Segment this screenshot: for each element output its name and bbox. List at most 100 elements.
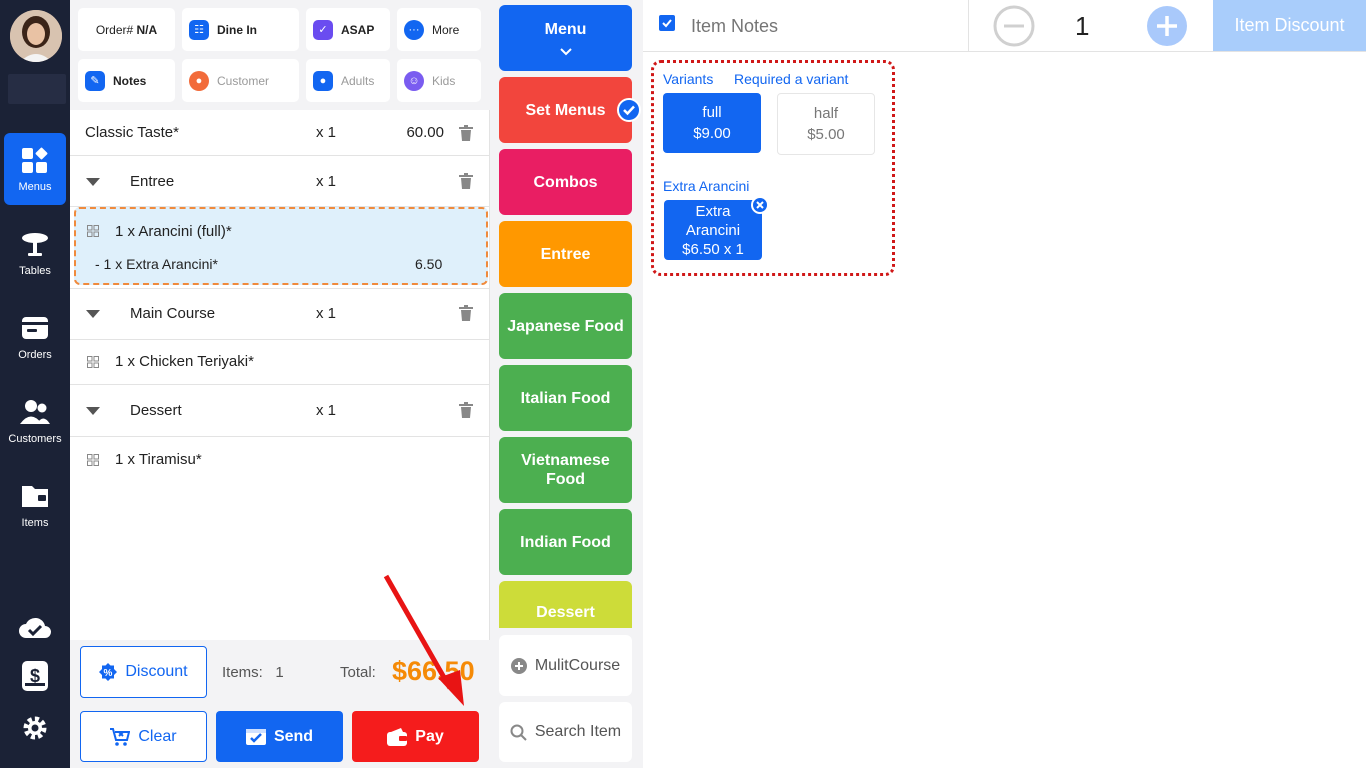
order-line-main-course[interactable]: Main Course x 1 — [70, 288, 490, 340]
kid-icon: ☺ — [404, 70, 424, 91]
customer-label: Customer — [217, 73, 270, 88]
line-qty: x 1 — [316, 124, 337, 141]
customer-button[interactable]: ● Customer — [182, 59, 299, 102]
category-label: Vietnamese Food — [521, 452, 610, 488]
order-line-dessert[interactable]: Dessert x 1 — [70, 385, 490, 437]
sidebar-item-label: Orders — [18, 349, 52, 361]
sidebar-item-label: Tables — [19, 265, 51, 277]
category-vietnamese-food[interactable]: Vietnamese Food — [499, 437, 632, 503]
category-entree[interactable]: Entree — [499, 221, 632, 287]
sidebar-item-items[interactable]: Items — [4, 469, 66, 541]
cloud-sync-icon[interactable] — [17, 611, 53, 643]
adults-label: Adults — [341, 73, 375, 88]
drag-grid-icon[interactable] — [87, 225, 99, 237]
order-options: Order# N/A ☷ Dine In ✓ ASAP ··· More ✎ N… — [70, 0, 490, 110]
item-notes-input[interactable] — [691, 10, 961, 42]
modifier-name: - 1 x Extra Arancini* — [95, 256, 218, 272]
trash-icon[interactable] — [459, 125, 473, 141]
variants-label: Variants — [663, 71, 714, 87]
asap-button[interactable]: ✓ ASAP — [306, 8, 390, 51]
notes-label: Notes — [113, 73, 147, 88]
trash-icon[interactable] — [459, 305, 473, 321]
category-japanese-food[interactable]: Japanese Food — [499, 293, 632, 359]
dine-in-button[interactable]: ☷ Dine In — [182, 8, 299, 51]
variant-name: half — [813, 105, 839, 122]
sidebar-item-menus[interactable]: Menus — [4, 133, 66, 205]
category-label: Italian Food — [520, 389, 611, 407]
search-icon — [510, 724, 527, 741]
order-line-classic-taste[interactable]: Classic Taste* x 1 60.00 — [70, 110, 490, 156]
modifier-name-line1: Extra — [695, 202, 731, 220]
collapse-caret-icon[interactable] — [86, 310, 100, 318]
discount-badge-icon: % — [99, 663, 118, 681]
line-price: 60.00 — [406, 124, 444, 141]
extra-arancini-button[interactable]: Extra Arancini $6.50 x 1 — [664, 200, 762, 260]
order-number: N/A — [136, 22, 158, 37]
order-line-tiramisu[interactable]: 1 x Tiramisu* — [70, 437, 490, 483]
kids-button[interactable]: ☺ Kids — [397, 59, 481, 102]
drag-grid-icon[interactable] — [87, 454, 99, 466]
search-item-button[interactable]: Search Item — [499, 702, 632, 762]
category-indian-food[interactable]: Indian Food — [499, 509, 632, 575]
gear-icon[interactable] — [17, 712, 53, 744]
drag-grid-icon[interactable] — [87, 356, 99, 368]
trash-icon[interactable] — [459, 173, 473, 189]
selected-check-icon — [617, 98, 641, 122]
menu-label: Menu — [544, 20, 587, 38]
multicourse-button[interactable]: MulitCourse — [499, 635, 632, 696]
items-value: 1 — [275, 664, 284, 681]
discount-button[interactable]: % Discount — [80, 646, 207, 698]
wallet-icon — [387, 727, 408, 746]
category-dessert[interactable]: Dessert — [499, 581, 632, 628]
modifier-price-qty: $6.50 x 1 — [682, 240, 744, 258]
category-set-menus[interactable]: Set Menus — [499, 77, 632, 143]
pay-label: Pay — [415, 727, 444, 745]
category-italian-food[interactable]: Italian Food — [499, 365, 632, 431]
order-line-entree[interactable]: Entree x 1 — [70, 156, 490, 207]
category-label: Indian Food — [520, 533, 611, 551]
line-name: Classic Taste* — [85, 124, 179, 141]
minus-circle-icon[interactable] — [993, 5, 1035, 47]
pay-button[interactable]: Pay — [352, 711, 479, 762]
cash-drawer-icon[interactable]: $ — [17, 660, 53, 692]
variant-full-button[interactable]: full $9.00 — [663, 93, 761, 153]
sidebar-item-customers[interactable]: Customers — [4, 385, 66, 457]
sidebar-item-label: Items — [21, 517, 49, 529]
order-summary: % Discount Items: 1 Total: $66.50 Clear … — [70, 640, 490, 768]
category-label: Entree — [540, 245, 591, 263]
clear-button[interactable]: Clear — [80, 711, 207, 762]
item-detail-panel: 1 Item Discount Variants Required a vari… — [643, 0, 1366, 768]
sidebar-item-orders[interactable]: Orders — [4, 301, 66, 373]
trash-icon[interactable] — [459, 402, 473, 418]
svg-text:%: % — [104, 668, 113, 679]
edit-note-icon: ✎ — [85, 70, 105, 91]
table-icon — [22, 233, 48, 256]
send-button[interactable]: Send — [216, 711, 343, 762]
item-discount-button[interactable]: Item Discount — [1213, 0, 1366, 51]
more-dots-icon: ··· — [404, 19, 424, 40]
more-button[interactable]: ··· More — [397, 8, 481, 51]
order-panel: Order# N/A ☷ Dine In ✓ ASAP ··· More ✎ N… — [70, 0, 490, 768]
notes-button[interactable]: ✎ Notes — [78, 59, 175, 102]
sidebar-item-tables[interactable]: Tables — [4, 217, 66, 289]
variant-half-button[interactable]: half $5.00 — [777, 93, 875, 155]
order-line-chicken-teriyaki[interactable]: 1 x Chicken Teriyaki* — [70, 340, 490, 385]
collapse-caret-icon[interactable] — [86, 178, 100, 186]
clear-label: Clear — [138, 727, 177, 745]
notes-checkbox-icon[interactable] — [659, 15, 675, 31]
selected-order-item[interactable]: 1 x Arancini (full)* - 1 x Extra Arancin… — [74, 207, 488, 285]
order-prefix: Order# — [95, 22, 134, 37]
collapse-caret-icon[interactable] — [86, 407, 100, 415]
menu-category-button[interactable]: Menu — [499, 5, 632, 71]
order-number-button[interactable]: Order# N/A — [78, 8, 175, 51]
item-toolbar: 1 Item Discount — [643, 0, 1366, 52]
avatar[interactable] — [10, 10, 62, 62]
category-label: Set Menus — [525, 101, 606, 119]
plus-circle-icon[interactable] — [1146, 5, 1188, 47]
calendar-check-icon: ✓ — [313, 19, 333, 40]
category-column: Menu Set Menus Combos Entree Japanese Fo… — [490, 0, 643, 768]
plus-circle-icon — [510, 657, 527, 674]
adults-button[interactable]: ● Adults — [306, 59, 390, 102]
remove-modifier-icon[interactable] — [751, 196, 769, 214]
category-combos[interactable]: Combos — [499, 149, 632, 215]
